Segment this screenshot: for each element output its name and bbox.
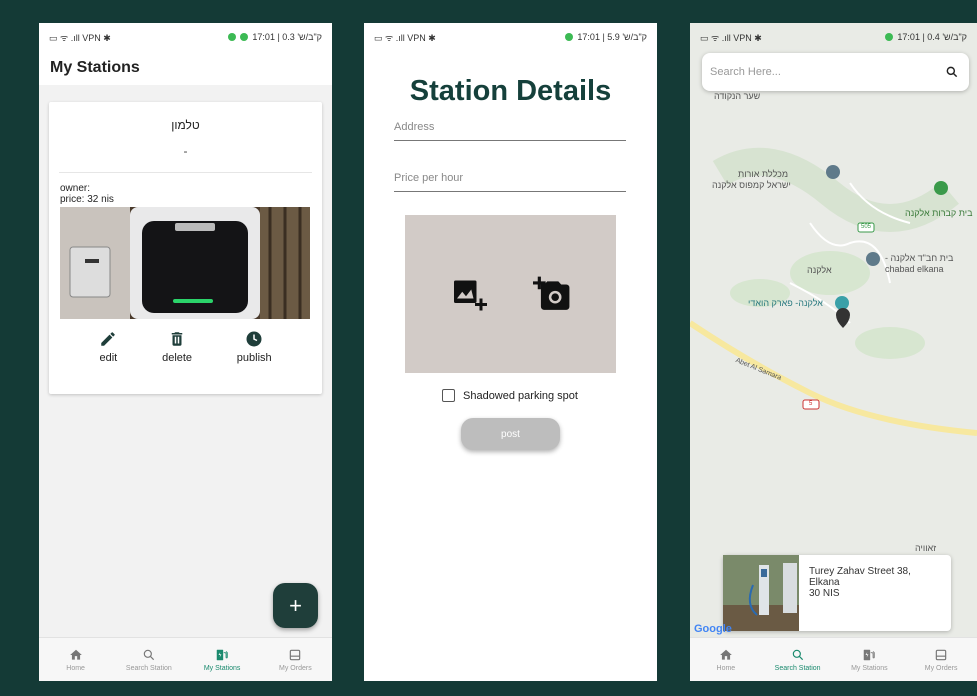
google-logo: Google <box>694 623 732 635</box>
road-number: 5 <box>809 401 813 407</box>
search-icon <box>792 649 803 660</box>
notification-dot-icon <box>565 33 574 41</box>
search-icon <box>143 649 154 660</box>
nav-my-orders[interactable]: My Orders <box>260 648 330 672</box>
status-text-right: ק"ב/ש' 0.4 | 17:01 <box>897 32 967 42</box>
nav-my-stations[interactable]: My Stations <box>187 648 257 672</box>
station-price: 30 NIS <box>809 588 840 599</box>
ev-station-icon <box>216 649 228 660</box>
status-text-right: ק"ב/ש' 0.3 | 17:01 <box>252 32 322 42</box>
notification-dot-icon <box>885 33 894 41</box>
publish-label: publish <box>236 352 272 364</box>
status-icons-left: ▭ ᯤ .ıll VPN ✱ <box>374 32 436 43</box>
edit-button[interactable]: edit <box>99 330 117 364</box>
price-per-hour-input[interactable]: Price per hour <box>394 172 626 192</box>
add-photo-camera-icon[interactable] <box>532 275 571 313</box>
image-picker-area <box>405 215 616 373</box>
map-label: מכללת אורות <box>738 169 789 179</box>
post-button[interactable]: post <box>461 418 560 450</box>
road-number: 505 <box>861 224 872 230</box>
station-city: Elkana <box>809 577 840 588</box>
status-icons-left: ▭ ᯤ .ıll VPN ✱ <box>700 32 762 43</box>
price-label: price: 32 nis <box>60 194 114 205</box>
my-stations-screen: ▭ ᯤ .ıll VPN ✱ ק"ב/ש' 0.3 | 17:01 My Sta… <box>39 23 332 681</box>
station-photo <box>60 207 310 319</box>
orders-icon <box>935 649 947 660</box>
address-input[interactable]: Address <box>394 121 626 141</box>
station-subtitle: - <box>183 144 188 158</box>
nav-home[interactable]: Home <box>691 648 761 672</box>
map-label: זאוויה <box>915 543 937 553</box>
station-result-card[interactable]: Turey Zahav Street 38, Elkana 30 NIS <box>723 555 951 631</box>
map-label: בית קברות אלקנה <box>905 208 973 218</box>
trash-icon <box>171 332 183 346</box>
shadowed-parking-label: Shadowed parking spot <box>463 389 578 402</box>
delete-label: delete <box>162 352 193 364</box>
status-bar: ▭ ᯤ .ıll VPN ✱ ק"ב/ש' 5.9 | 17:01 <box>364 23 657 51</box>
station-address: Turey Zahav Street 38, <box>809 566 911 577</box>
status-icons-left: ▭ ᯤ .ıll VPN ✱ <box>49 32 111 43</box>
ev-station-icon <box>864 649 876 660</box>
nav-my-orders[interactable]: My Orders <box>906 648 976 672</box>
nav-my-stations[interactable]: My Stations <box>834 648 904 672</box>
pencil-icon <box>101 332 116 346</box>
bottom-navigation: Home Search Station My Stations My Order… <box>39 637 332 681</box>
map-label: אלקנה- פארק הואדי <box>748 298 823 308</box>
station-name: טלמון <box>171 118 200 132</box>
add-station-button[interactable]: + <box>273 583 318 628</box>
search-placeholder: Search Here... <box>710 66 781 78</box>
edit-label: edit <box>99 352 118 364</box>
map-label: ישראל קמפוס אלקנה <box>712 180 791 190</box>
status-text-right: ק"ב/ש' 5.9 | 17:01 <box>577 32 647 42</box>
owner-label: owner: <box>60 183 91 194</box>
delete-button[interactable]: delete <box>162 330 192 364</box>
nav-home[interactable]: Home <box>41 648 111 672</box>
page-title: Station Details <box>409 75 612 107</box>
notification-dot-icon <box>240 33 249 41</box>
map-view[interactable]: שער הנקודה מכללת אורות ישראל קמפוס אלקנה… <box>690 23 977 637</box>
map-label: chabad elkana <box>885 264 944 274</box>
map-label: בית חב"ד אלקנה - <box>885 253 954 263</box>
search-input[interactable]: Search Here... <box>702 53 969 91</box>
clock-icon <box>246 331 262 347</box>
nav-search-station[interactable]: Search Station <box>114 648 184 672</box>
search-station-screen: שער הנקודה מכללת אורות ישראל קמפוס אלקנה… <box>690 23 977 681</box>
divider <box>59 172 312 173</box>
map-label: שער הנקודה <box>714 91 761 101</box>
station-card: טלמון - owner: price: 32 nis edit delete… <box>49 102 322 394</box>
add-photo-gallery-icon[interactable] <box>451 276 487 312</box>
status-bar: ▭ ᯤ .ıll VPN ✱ ק"ב/ש' 0.4 | 17:01 <box>690 23 977 51</box>
page-title: My Stations <box>39 51 332 85</box>
bottom-navigation: Home Search Station My Stations My Order… <box>690 637 977 681</box>
publish-button[interactable]: publish <box>237 330 272 364</box>
orders-icon <box>290 649 301 660</box>
shadowed-parking-checkbox[interactable] <box>442 389 455 402</box>
nav-search-station[interactable]: Search Station <box>763 648 833 672</box>
map-label: אלקנה <box>807 265 832 275</box>
status-bar: ▭ ᯤ .ıll VPN ✱ ק"ב/ש' 0.3 | 17:01 <box>39 23 332 51</box>
station-details-screen: ▭ ᯤ .ıll VPN ✱ ק"ב/ש' 5.9 | 17:01 Statio… <box>364 23 657 681</box>
search-icon[interactable] <box>945 65 959 79</box>
home-icon <box>69 649 82 660</box>
notification-dot-icon <box>228 33 237 41</box>
home-icon <box>720 649 732 660</box>
station-thumbnail <box>723 555 799 631</box>
